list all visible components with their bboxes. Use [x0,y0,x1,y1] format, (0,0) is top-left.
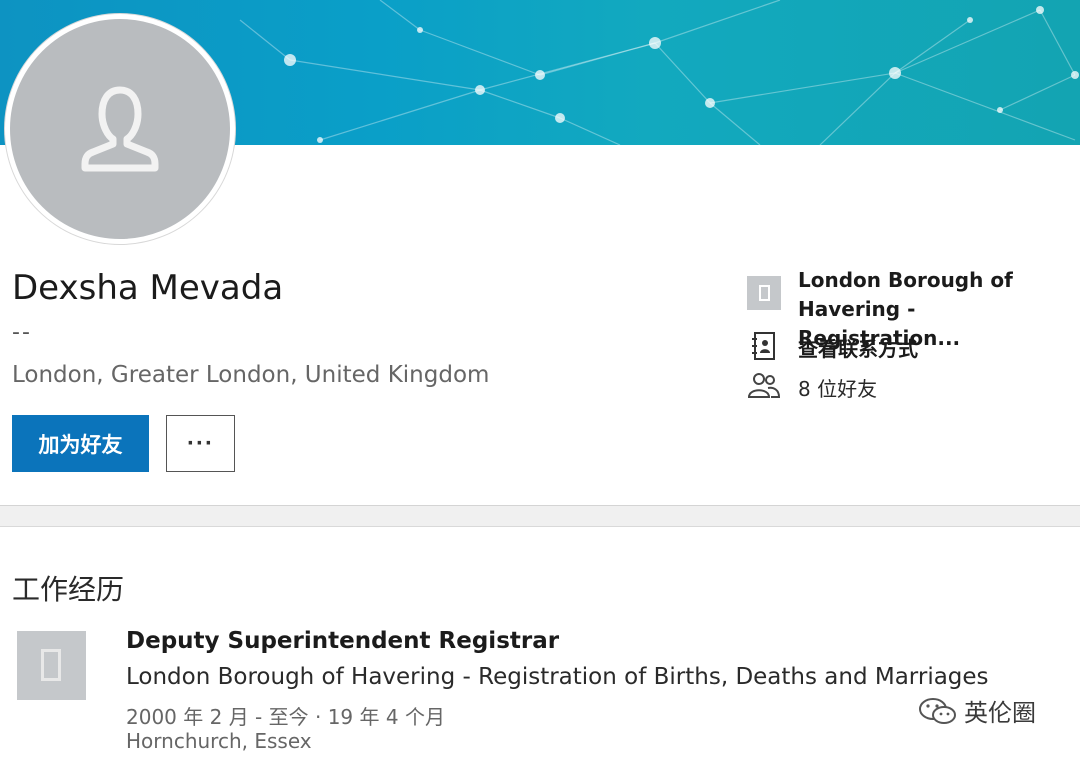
job-dates: 2000 年 2 月 - 至今 · 19 年 4 个月 [126,705,445,729]
job-location: Hornchurch, Essex [126,729,312,753]
section-divider [0,505,1080,527]
profile-name: Dexsha Mevada [12,268,284,308]
connections-count-link[interactable]: 8 位好友 [798,373,877,402]
view-contact-info-link[interactable]: 查看联系方式 [798,333,918,362]
job-company-logo-icon[interactable] [17,631,86,700]
person-placeholder-icon [81,86,159,172]
experience-section-title: 工作经历 [12,573,125,606]
wechat-icon [919,697,956,724]
profile-location: London, Greater London, United Kingdom [12,362,490,388]
job-title: Deputy Superintendent Registrar [126,628,560,654]
wechat-watermark: 英伦圈 [918,693,1036,728]
more-options-button[interactable]: ··· [166,415,235,472]
add-friend-button[interactable]: 加为好友 [12,415,149,472]
profile-headline: -- [12,320,32,345]
profile-avatar[interactable] [5,14,235,244]
contact-card-icon [752,332,775,360]
job-company[interactable]: London Borough of Havering - Registratio… [126,664,989,690]
people-icon [747,373,781,398]
company-logo-icon [747,276,781,310]
watermark-label: 英伦圈 [964,699,1036,727]
